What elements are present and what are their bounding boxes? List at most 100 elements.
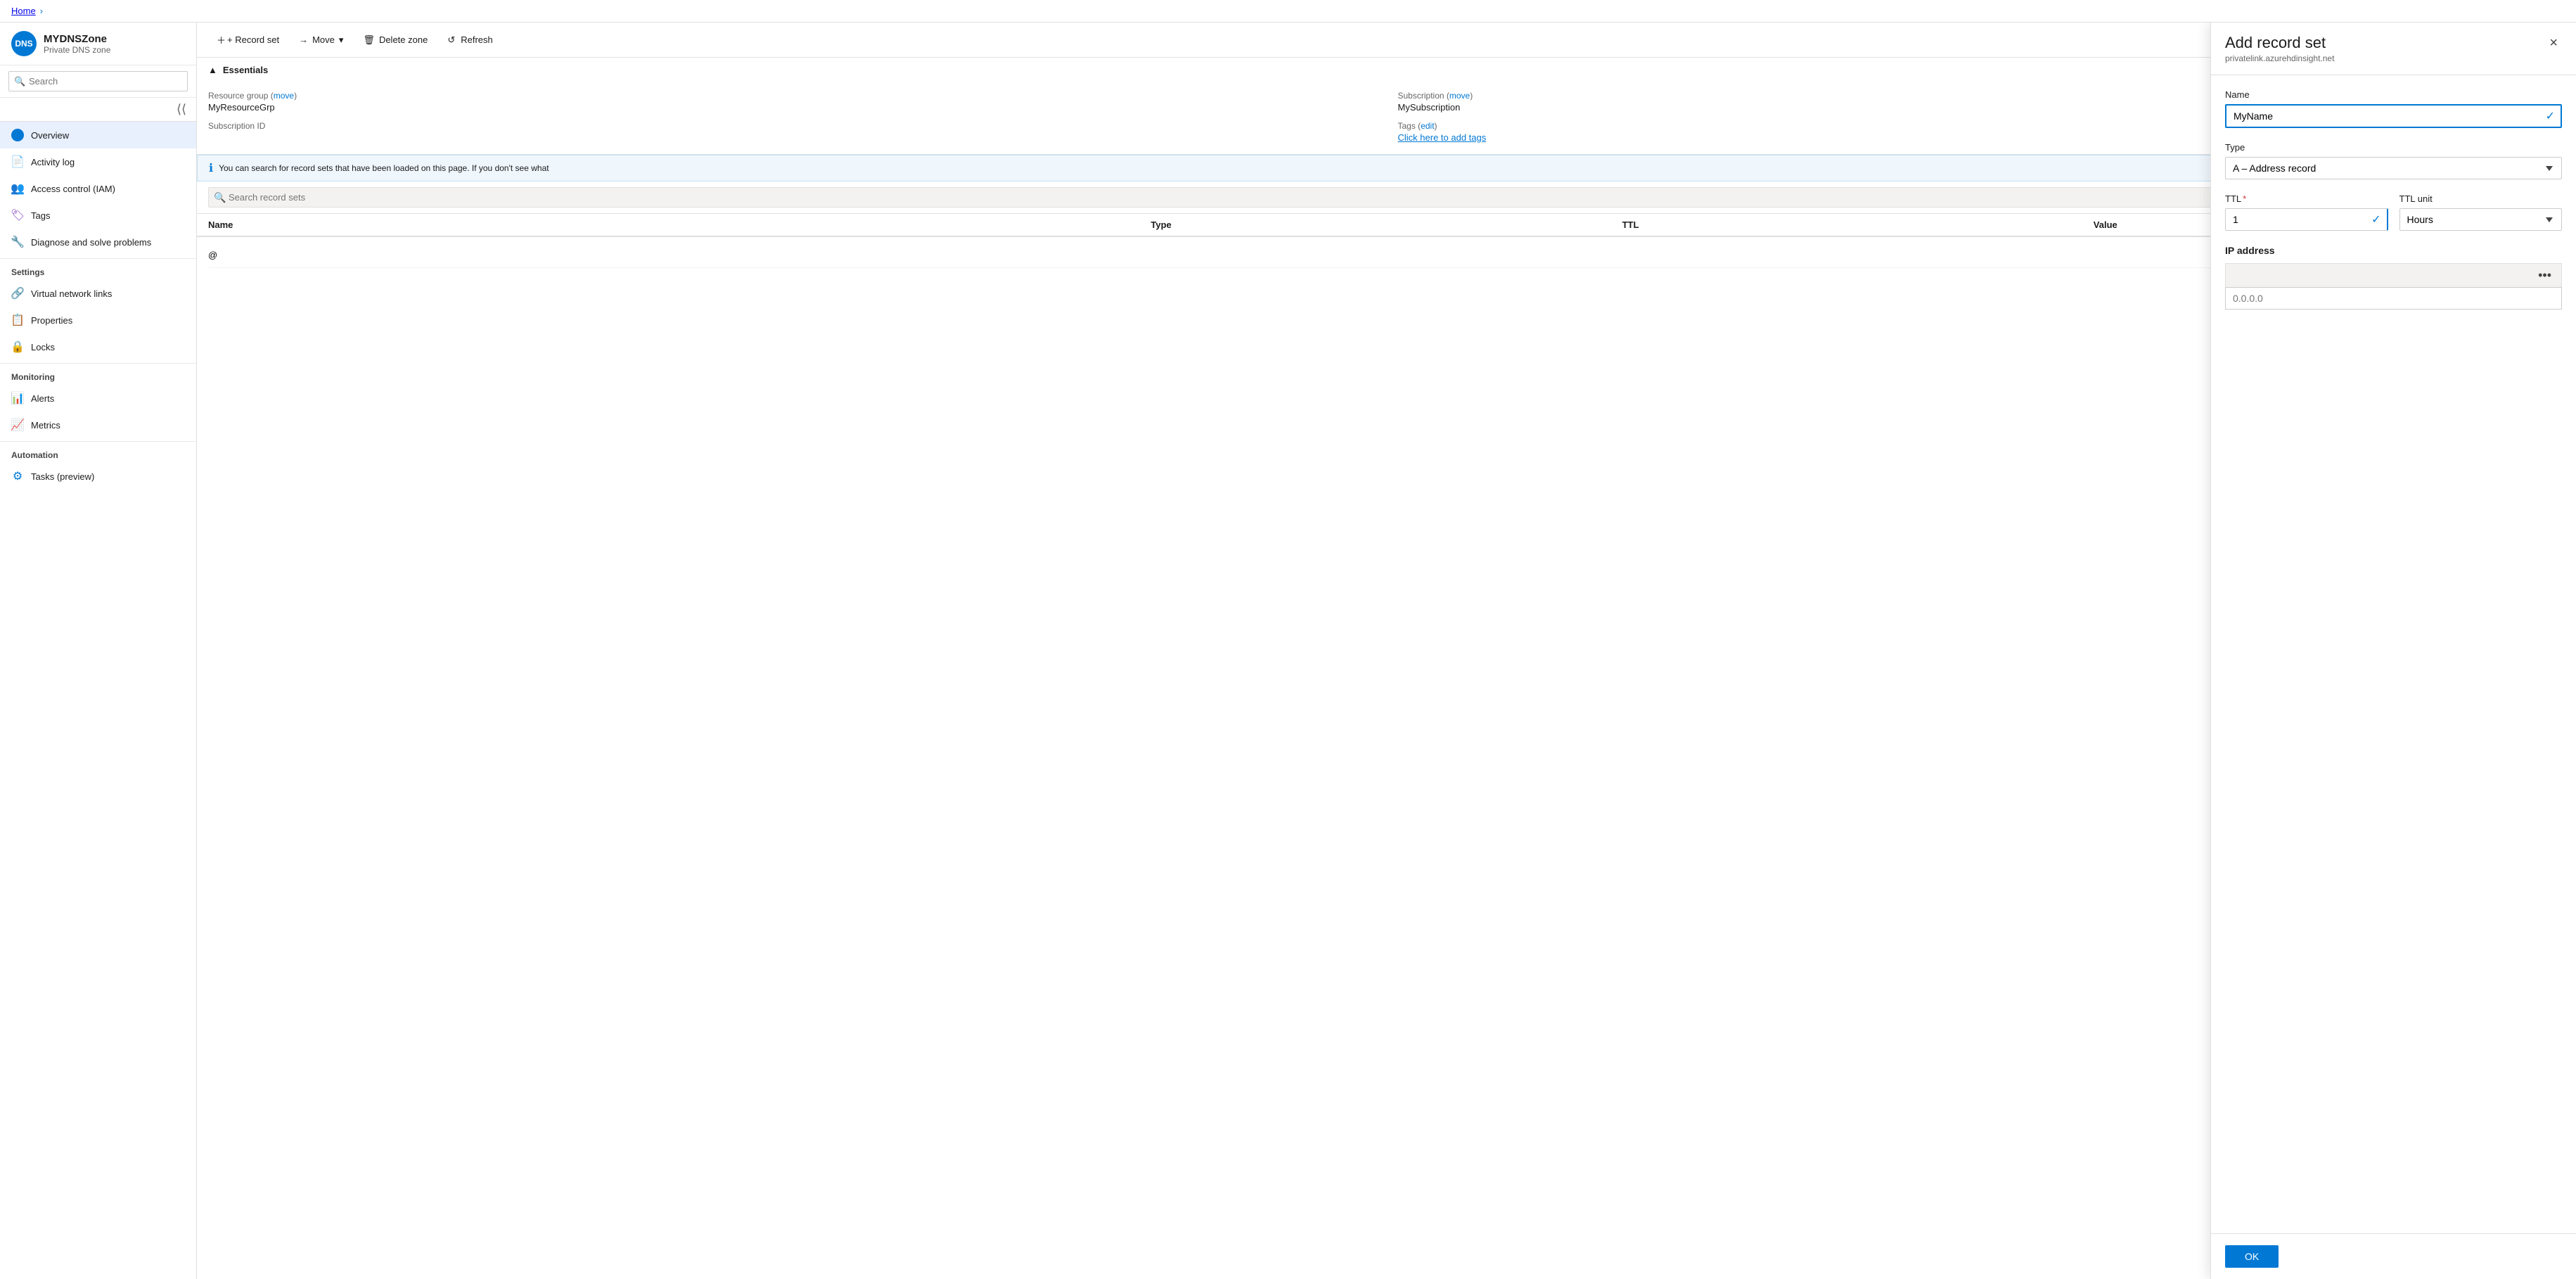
refresh-icon: ↺ <box>447 34 455 46</box>
ok-button[interactable]: OK <box>2225 1245 2279 1268</box>
sidebar-item-activity-log[interactable]: 📄 Activity log <box>0 148 196 175</box>
access-control-icon: 👥 <box>11 182 24 195</box>
move-icon: → <box>299 34 308 45</box>
subscription-id-label: Subscription ID <box>208 121 1376 131</box>
essentials-chevron-icon: ▲ <box>208 65 217 75</box>
resource-group-item: Resource group (move) MyResourceGrp <box>208 91 1376 113</box>
name-input[interactable] <box>2225 104 2562 128</box>
resource-group-label: Resource group (move) <box>208 91 1376 101</box>
sidebar-item-overview[interactable]: Overview <box>0 122 196 148</box>
sidebar-item-label-activity: Activity log <box>31 157 75 167</box>
sidebar-item-label-tasks: Tasks (preview) <box>31 471 94 482</box>
sidebar-item-access-control[interactable]: 👥 Access control (IAM) <box>0 175 196 202</box>
add-record-set-label: + Record set <box>227 34 279 45</box>
info-bar-message: You can search for record sets that have… <box>219 163 549 173</box>
name-check-icon: ✓ <box>2546 109 2555 123</box>
name-field-label: Name <box>2225 89 2562 100</box>
subscription-move-link[interactable]: move <box>1449 91 1470 101</box>
delete-label: Delete zone <box>379 34 428 45</box>
ip-toolbar: ••• <box>2225 263 2562 287</box>
sidebar: DNS MYDNSZone Private DNS zone 🔍 ⟨⟨ Over… <box>0 23 197 1279</box>
tags-icon: 🏷 <box>11 209 24 222</box>
ttl-unit-field: TTL unit Seconds Minutes Hours Days <box>2399 193 2563 231</box>
ttl-input[interactable] <box>2225 208 2388 231</box>
move-button[interactable]: → Move ▾ <box>290 30 352 51</box>
sidebar-item-label-access: Access control (IAM) <box>31 184 115 194</box>
settings-section-label: Settings <box>0 258 196 280</box>
metrics-icon: 📈 <box>11 419 24 431</box>
add-tags-link[interactable]: Click here to add tags <box>1398 132 1487 143</box>
add-record-set-panel: Add record set privatelink.azurehdinsigh… <box>2210 23 2576 1279</box>
breadcrumb: Home › <box>0 0 2576 23</box>
panel-subtitle: privatelink.azurehdinsight.net <box>2225 53 2334 63</box>
subscription-id-item: Subscription ID <box>208 121 1376 143</box>
type-field-group: Type A – Address record AAAA – IPv6 addr… <box>2225 142 2562 179</box>
sidebar-navigation: Overview 📄 Activity log 👥 Access control… <box>0 122 196 1279</box>
sidebar-item-label-alerts: Alerts <box>31 393 54 404</box>
type-field-label: Type <box>2225 142 2562 153</box>
panel-footer: OK <box>2211 1233 2576 1279</box>
ttl-unit-label: TTL unit <box>2399 193 2563 204</box>
monitoring-section-label: Monitoring <box>0 363 196 385</box>
move-label: Move <box>312 34 335 45</box>
content-area: ＋ + Record set → Move ▾ 🗑 Delete zone ↺ … <box>197 23 2576 1279</box>
locks-icon: 🔒 <box>11 341 24 353</box>
virtual-network-icon: 🔗 <box>11 287 24 300</box>
tags-edit-link[interactable]: edit <box>1421 121 1434 131</box>
sidebar-item-label-vnet: Virtual network links <box>31 288 112 299</box>
ip-more-options-button[interactable]: ••• <box>2534 267 2556 284</box>
ttl-field: TTL* ✓ <box>2225 193 2388 231</box>
add-record-set-icon: ＋ <box>217 33 226 46</box>
essentials-title: Essentials <box>223 65 268 75</box>
delete-icon: 🗑 <box>363 34 375 46</box>
sidebar-item-label-metrics: Metrics <box>31 420 60 431</box>
resource-group-move-link[interactable]: move <box>274 91 294 101</box>
resource-title: MYDNSZone <box>44 33 110 45</box>
sidebar-resource-header: DNS MYDNSZone Private DNS zone <box>0 23 196 65</box>
sidebar-item-label-locks: Locks <box>31 342 55 352</box>
column-header-name: Name <box>208 219 1151 230</box>
sidebar-item-label-tags: Tags <box>31 210 50 221</box>
sidebar-item-metrics[interactable]: 📈 Metrics <box>0 412 196 438</box>
ttl-group: TTL* ✓ TTL unit Seconds Minutes <box>2225 193 2562 231</box>
ttl-unit-select[interactable]: Seconds Minutes Hours Days <box>2399 208 2563 231</box>
sidebar-item-properties[interactable]: 📋 Properties <box>0 307 196 333</box>
ttl-required-marker: * <box>2243 193 2246 204</box>
record-search-icon: 🔍 <box>214 191 226 203</box>
sidebar-search-input[interactable] <box>8 71 188 91</box>
sidebar-item-tasks[interactable]: ⚙ Tasks (preview) <box>0 463 196 490</box>
row-ttl <box>1622 250 2094 260</box>
refresh-button[interactable]: ↺ Refresh <box>439 30 501 51</box>
panel-title: Add record set <box>2225 34 2334 52</box>
sidebar-search-container: 🔍 <box>0 65 196 98</box>
ip-address-input[interactable] <box>2225 287 2562 310</box>
ttl-label: TTL* <box>2225 193 2388 204</box>
panel-close-button[interactable]: × <box>2545 34 2562 53</box>
activity-log-icon: 📄 <box>11 155 24 168</box>
delete-zone-button[interactable]: 🗑 Delete zone <box>354 30 436 51</box>
panel-body: Name ✓ Type A – Address record AAAA – IP… <box>2211 75 2576 1233</box>
sidebar-item-alerts[interactable]: 📊 Alerts <box>0 385 196 412</box>
automation-section-label: Automation <box>0 441 196 463</box>
sidebar-item-virtual-network[interactable]: 🔗 Virtual network links <box>0 280 196 307</box>
name-field-group: Name ✓ <box>2225 89 2562 128</box>
sidebar-item-label-properties: Properties <box>31 315 72 326</box>
add-record-set-button[interactable]: ＋ + Record set <box>208 28 288 51</box>
type-select[interactable]: A – Address record AAAA – IPv6 address r… <box>2225 157 2562 179</box>
sidebar-item-locks[interactable]: 🔒 Locks <box>0 333 196 360</box>
resource-group-value: MyResourceGrp <box>208 102 1376 113</box>
properties-icon: 📋 <box>11 314 24 326</box>
move-dropdown-icon: ▾ <box>339 34 344 46</box>
overview-icon <box>11 129 24 141</box>
column-header-type: Type <box>1151 219 1622 230</box>
ttl-check-icon: ✓ <box>2371 212 2380 227</box>
sidebar-collapse-button[interactable]: ⟨⟨ <box>172 98 191 121</box>
home-link[interactable]: Home <box>11 6 36 16</box>
sidebar-item-diagnose[interactable]: 🔧 Diagnose and solve problems <box>0 229 196 255</box>
ttl-row: TTL* ✓ TTL unit Seconds Minutes <box>2225 193 2562 231</box>
panel-header: Add record set privatelink.azurehdinsigh… <box>2211 23 2576 75</box>
sidebar-item-tags[interactable]: 🏷 Tags <box>0 202 196 229</box>
row-type <box>1151 250 1622 260</box>
alerts-icon: 📊 <box>11 392 24 405</box>
sidebar-item-label-overview: Overview <box>31 130 69 141</box>
